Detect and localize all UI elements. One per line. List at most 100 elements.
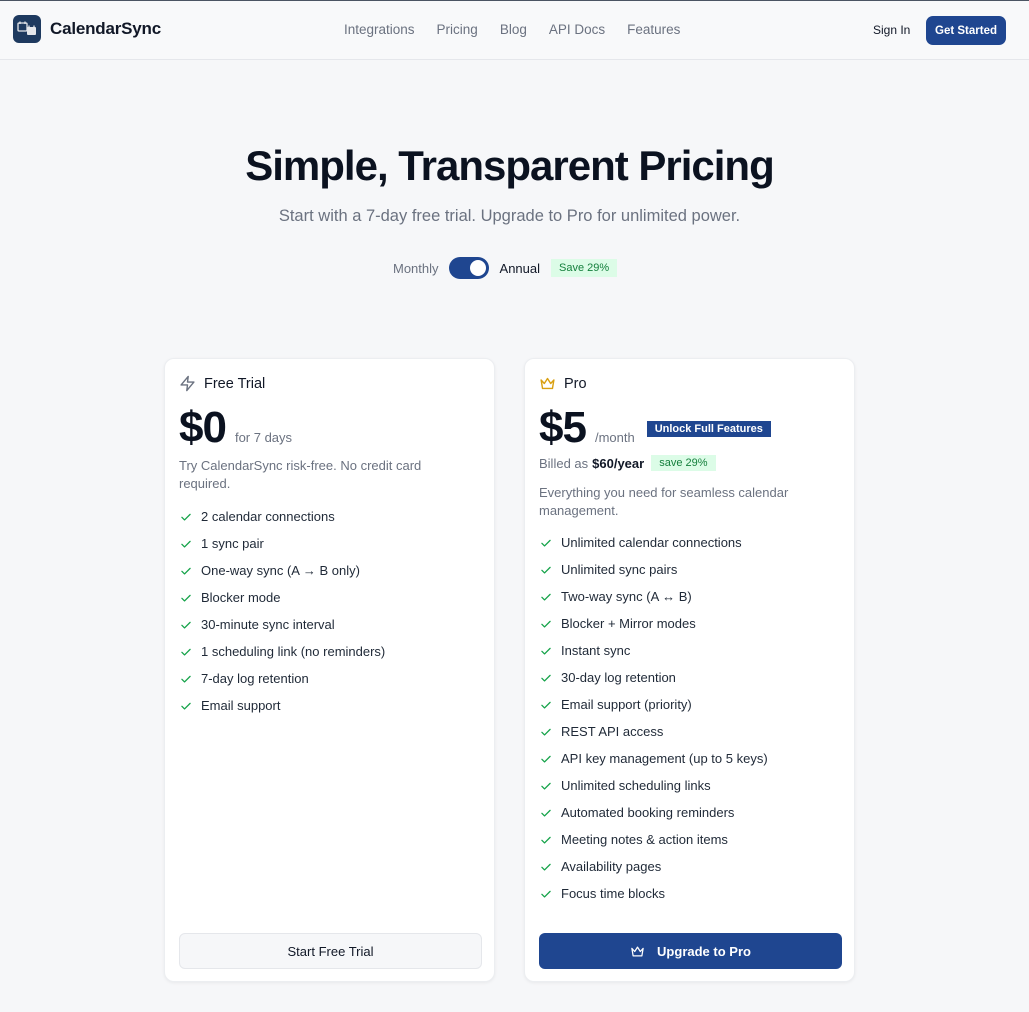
plan-header: Pro <box>539 375 587 392</box>
check-icon <box>539 725 553 739</box>
pro-feature-list: Unlimited calendar connections Unlimited … <box>539 529 768 907</box>
plan-name: Pro <box>564 375 587 392</box>
nav-link-blog[interactable]: Blog <box>500 22 527 37</box>
save-badge: Save 29% <box>551 259 618 277</box>
crown-icon <box>539 375 556 392</box>
lightning-icon <box>179 375 196 392</box>
check-icon <box>179 618 193 632</box>
check-icon <box>179 591 193 605</box>
check-icon <box>179 564 193 578</box>
plan-header: Free Trial <box>179 375 265 392</box>
feature-label: Instant sync <box>561 643 631 658</box>
feature-label: REST API access <box>561 724 664 739</box>
billed-prefix: Billed as <box>539 455 589 471</box>
nav-link-integrations[interactable]: Integrations <box>344 22 415 37</box>
check-icon <box>539 752 553 766</box>
feature-item: 7-day log retention <box>179 665 385 692</box>
plan-name: Free Trial <box>204 375 266 392</box>
billing-toggle[interactable] <box>448 257 489 279</box>
feature-label: Unlimited scheduling links <box>561 778 711 793</box>
check-icon <box>539 833 553 847</box>
feature-item: Instant sync <box>539 637 768 664</box>
check-icon <box>539 698 553 712</box>
start-free-trial-button[interactable]: Start Free Trial <box>179 933 482 969</box>
feature-label: Availability pages <box>561 859 662 874</box>
billed-annually-row: Billed as $60/year save 29% <box>539 455 716 471</box>
check-icon <box>539 671 553 685</box>
feature-item: Email support (priority) <box>539 691 768 718</box>
feature-item: 1 sync pair <box>179 530 385 557</box>
check-icon <box>539 536 553 550</box>
toggle-knob <box>469 260 486 276</box>
feature-label: 1 scheduling link (no reminders) <box>201 644 386 659</box>
check-icon <box>179 645 193 659</box>
price-row: $0 for 7 days <box>179 403 292 453</box>
check-icon <box>539 563 553 577</box>
feature-label: Meeting notes & action items <box>561 832 728 847</box>
billing-period-switch: Monthly Annual Save 29% <box>393 257 618 279</box>
calendar-logo-icon <box>13 15 41 43</box>
upgrade-button-label: Upgrade to Pro <box>657 943 751 959</box>
feature-label: Email support <box>201 698 281 713</box>
crown-icon <box>630 944 645 959</box>
check-icon <box>539 779 553 793</box>
feature-label: Automated booking reminders <box>561 805 735 820</box>
sign-in-link[interactable]: Sign In <box>873 23 910 37</box>
upgrade-to-pro-button[interactable]: Upgrade to Pro <box>539 933 842 969</box>
feature-item: API key management (up to 5 keys) <box>539 745 768 772</box>
feature-label: Two-way sync (A ↔ B) <box>561 589 692 604</box>
feature-item: 1 scheduling link (no reminders) <box>179 638 385 665</box>
feature-label: Unlimited sync pairs <box>561 562 678 577</box>
annual-label[interactable]: Annual <box>500 261 540 276</box>
feature-item: Unlimited calendar connections <box>539 529 768 556</box>
nav-link-pricing[interactable]: Pricing <box>437 22 478 37</box>
check-icon <box>539 860 553 874</box>
feature-label: Focus time blocks <box>561 886 666 901</box>
feature-item: Email support <box>179 692 385 719</box>
brand-name: CalendarSync <box>50 19 161 38</box>
plan-description: Everything you need for seamless calenda… <box>539 485 789 518</box>
nav-link-api-docs[interactable]: API Docs <box>549 22 605 37</box>
feature-label: 2 calendar connections <box>201 509 335 524</box>
check-icon <box>179 537 193 551</box>
feature-item: Blocker mode <box>179 584 385 611</box>
feature-label: Blocker + Mirror modes <box>561 616 696 631</box>
plan-price: $5 <box>539 403 587 452</box>
plan-period: for 7 days <box>234 430 293 445</box>
top-navbar: CalendarSync Integrations Pricing Blog A… <box>0 0 1029 60</box>
nav-link-features[interactable]: Features <box>627 22 680 37</box>
page-subtitle: Start with a 7-day free trial. Upgrade t… <box>278 207 741 225</box>
feature-label: API key management (up to 5 keys) <box>561 751 768 766</box>
check-icon <box>179 510 193 524</box>
feature-item: 30-minute sync interval <box>179 611 385 638</box>
brand-logo[interactable]: CalendarSync <box>13 15 161 43</box>
feature-label: Blocker mode <box>201 590 281 605</box>
get-started-button[interactable]: Get Started <box>926 16 1006 45</box>
feature-label: 1 sync pair <box>201 536 264 551</box>
feature-label: 7-day log retention <box>201 671 309 686</box>
free-trial-card: Free Trial $0 for 7 days Try CalendarSyn… <box>164 358 495 982</box>
feature-label: Email support (priority) <box>561 697 692 712</box>
check-icon <box>539 806 553 820</box>
unlock-features-badge: Unlock Full Features <box>646 421 771 437</box>
monthly-label[interactable]: Monthly <box>393 261 439 276</box>
feature-item: One-way sync (A → B only) <box>179 557 385 584</box>
feature-item: Automated booking reminders <box>539 799 768 826</box>
feature-label: Unlimited calendar connections <box>561 535 742 550</box>
plan-price: $0 <box>179 403 227 452</box>
feature-label: 30-day log retention <box>561 670 676 685</box>
feature-item: 30-day log retention <box>539 664 768 691</box>
feature-item: Two-way sync (A ↔ B) <box>539 583 768 610</box>
feature-item: Blocker + Mirror modes <box>539 610 768 637</box>
pro-card: Pro $5 /month Unlock Full Features Bille… <box>524 358 855 982</box>
billed-amount: $60/year <box>592 455 645 471</box>
check-icon <box>539 617 553 631</box>
plan-description: Try CalendarSync risk-free. No credit ca… <box>179 458 422 491</box>
feature-label: 30-minute sync interval <box>201 617 335 632</box>
check-icon <box>539 644 553 658</box>
feature-item: Unlimited scheduling links <box>539 772 768 799</box>
feature-item: Unlimited sync pairs <box>539 556 768 583</box>
main-nav: Integrations Pricing Blog API Docs Featu… <box>344 22 680 37</box>
price-row: $5 /month Unlock Full Features <box>539 403 771 453</box>
page-title: Simple, Transparent Pricing <box>245 142 775 189</box>
